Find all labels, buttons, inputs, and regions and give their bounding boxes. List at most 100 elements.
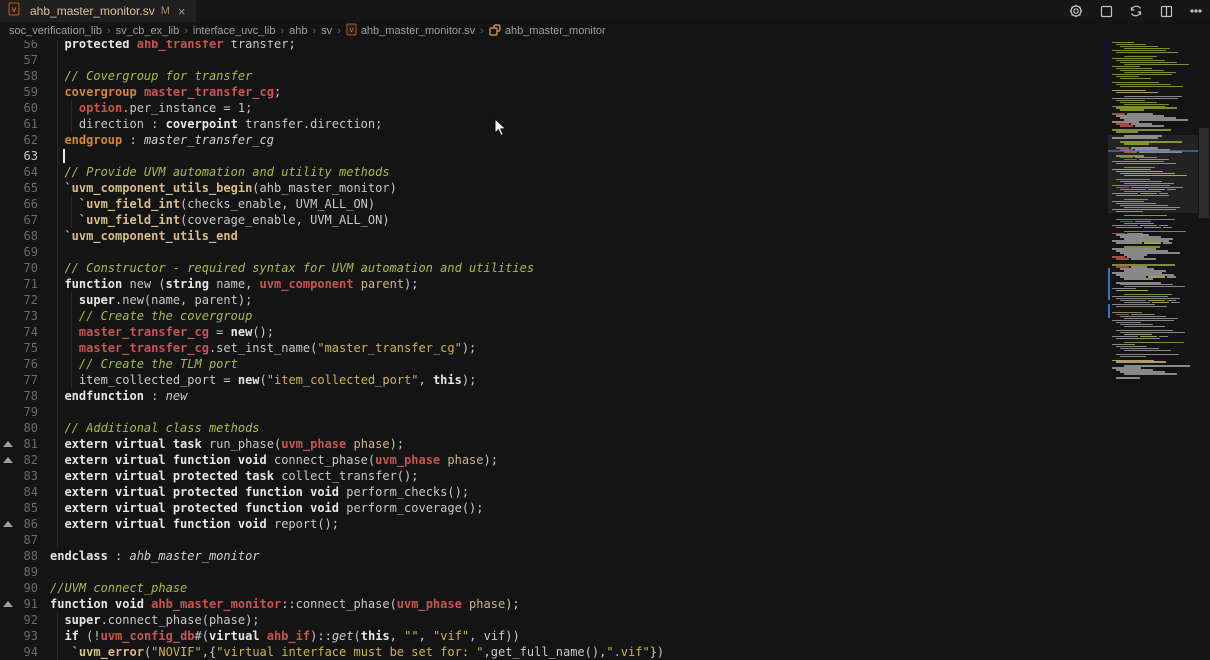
gutter[interactable]: 60 <box>0 100 50 116</box>
code-line[interactable]: 91function void ahb_master_monitor::conn… <box>0 596 1108 612</box>
code-line[interactable]: 71 function new (string name, uvm_compon… <box>0 276 1108 292</box>
gutter[interactable]: 94 <box>0 644 50 660</box>
code-line[interactable]: 87 <box>0 532 1108 548</box>
close-icon[interactable]: × <box>178 5 186 18</box>
code-line[interactable]: 82 extern virtual function void connect_… <box>0 452 1108 468</box>
breadcrumb-item[interactable]: ahb <box>289 25 307 37</box>
code-line[interactable]: 79 <box>0 404 1108 420</box>
gutter[interactable]: 74 <box>0 324 50 340</box>
gutter[interactable]: 82 <box>0 452 50 468</box>
tab-ahb-master-monitor[interactable]: v ahb_master_monitor.sv M × <box>0 0 196 22</box>
gutter[interactable]: 59 <box>0 84 50 100</box>
code-line[interactable]: 83 extern virtual protected task collect… <box>0 468 1108 484</box>
gutter[interactable]: 66 <box>0 196 50 212</box>
more-actions-icon[interactable] <box>1188 3 1204 19</box>
vertical-scrollbar[interactable] <box>1198 40 1210 660</box>
gutter[interactable]: 91 <box>0 596 50 612</box>
code-line[interactable]: 74 master_transfer_cg = new(); <box>0 324 1108 340</box>
code-line[interactable]: 85 extern virtual protected function voi… <box>0 500 1108 516</box>
code-line[interactable]: 67 `uvm_field_int(coverage_enable, UVM_A… <box>0 212 1108 228</box>
gutter[interactable]: 72 <box>0 292 50 308</box>
gutter[interactable]: 56 <box>0 40 50 52</box>
gutter[interactable]: 80 <box>0 420 50 436</box>
gutter[interactable]: 89 <box>0 564 50 580</box>
extern-marker-triangle-icon[interactable] <box>3 457 13 463</box>
code-line[interactable]: 63 <box>0 148 1108 164</box>
gutter[interactable]: 85 <box>0 500 50 516</box>
extern-marker-triangle-icon[interactable] <box>3 601 13 607</box>
code-line[interactable]: 66 `uvm_field_int(checks_enable, UVM_ALL… <box>0 196 1108 212</box>
gutter[interactable]: 58 <box>0 68 50 84</box>
code-line[interactable]: 72 super.new(name, parent); <box>0 292 1108 308</box>
code-line[interactable]: 90//UVM connect_phase <box>0 580 1108 596</box>
gutter[interactable]: 87 <box>0 532 50 548</box>
gutter[interactable]: 73 <box>0 308 50 324</box>
code-line[interactable]: 59 covergroup master_transfer_cg; <box>0 84 1108 100</box>
breadcrumb-item[interactable]: interface_uvc_lib <box>193 25 276 37</box>
code-line[interactable]: 76 // Create the TLM port <box>0 356 1108 372</box>
code-line[interactable]: 68 `uvm_component_utils_end <box>0 228 1108 244</box>
gutter[interactable]: 71 <box>0 276 50 292</box>
gutter[interactable]: 92 <box>0 612 50 628</box>
code-line[interactable]: 80 // Additional class methods <box>0 420 1108 436</box>
gutter[interactable]: 67 <box>0 212 50 228</box>
gutter[interactable]: 81 <box>0 436 50 452</box>
gutter[interactable]: 62 <box>0 132 50 148</box>
extern-marker-triangle-icon[interactable] <box>3 521 13 527</box>
split-editor-icon[interactable] <box>1158 3 1174 19</box>
gutter[interactable]: 70 <box>0 260 50 276</box>
settings-gear-icon[interactable] <box>1068 3 1084 19</box>
minimap[interactable] <box>1108 40 1198 660</box>
code-line[interactable]: 88endclass : ahb_master_monitor <box>0 548 1108 564</box>
breadcrumb-item[interactable]: sv <box>321 25 332 37</box>
gutter[interactable]: 88 <box>0 548 50 564</box>
gutter[interactable]: 83 <box>0 468 50 484</box>
code-line[interactable]: 92 super.connect_phase(phase); <box>0 612 1108 628</box>
code-line[interactable]: 58 // Covergroup for transfer <box>0 68 1108 84</box>
gutter[interactable]: 86 <box>0 516 50 532</box>
breadcrumb-item[interactable]: sv_cb_ex_lib <box>116 25 180 37</box>
gutter[interactable]: 64 <box>0 164 50 180</box>
code-line[interactable]: 57 <box>0 52 1108 68</box>
layout-square-icon[interactable] <box>1098 3 1114 19</box>
code-line[interactable]: 86 extern virtual function void report()… <box>0 516 1108 532</box>
gutter[interactable]: 77 <box>0 372 50 388</box>
code-line[interactable]: 69 <box>0 244 1108 260</box>
gutter[interactable]: 78 <box>0 388 50 404</box>
sync-icon[interactable] <box>1128 3 1144 19</box>
gutter[interactable]: 75 <box>0 340 50 356</box>
breadcrumb-item[interactable]: ahb_master_monitor <box>489 24 606 39</box>
code-line[interactable]: 70 // Constructor - required syntax for … <box>0 260 1108 276</box>
gutter[interactable]: 79 <box>0 404 50 420</box>
gutter[interactable]: 65 <box>0 180 50 196</box>
code-editor[interactable]: 56 protected ahb_transfer transfer;5758 … <box>0 40 1108 660</box>
code-line[interactable]: 93 if (!uvm_config_db#(virtual ahb_if)::… <box>0 628 1108 644</box>
code-line[interactable]: 84 extern virtual protected function voi… <box>0 484 1108 500</box>
code-line[interactable]: 94 `uvm_error("NOVIF",{"virtual interfac… <box>0 644 1108 660</box>
breadcrumb-item[interactable]: vahb_master_monitor.sv <box>346 23 475 39</box>
code-line[interactable]: 61 direction : coverpoint transfer.direc… <box>0 116 1108 132</box>
gutter[interactable]: 63 <box>0 148 50 164</box>
gutter[interactable]: 76 <box>0 356 50 372</box>
code-line[interactable]: 62 endgroup : master_transfer_cg <box>0 132 1108 148</box>
minimap-slider[interactable] <box>1108 135 1198 213</box>
code-line[interactable]: 56 protected ahb_transfer transfer; <box>0 40 1108 52</box>
gutter[interactable]: 93 <box>0 628 50 644</box>
scrollbar-thumb[interactable] <box>1199 128 1209 218</box>
code-line[interactable]: 81 extern virtual task run_phase(uvm_pha… <box>0 436 1108 452</box>
code-line[interactable]: 73 // Create the covergroup <box>0 308 1108 324</box>
gutter[interactable]: 69 <box>0 244 50 260</box>
code-line[interactable]: 77 item_collected_port = new("item_colle… <box>0 372 1108 388</box>
breadcrumb-item[interactable]: soc_verification_lib <box>9 25 102 37</box>
extern-marker-triangle-icon[interactable] <box>3 441 13 447</box>
code-line[interactable]: 64 // Provide UVM automation and utility… <box>0 164 1108 180</box>
code-line[interactable]: 65 `uvm_component_utils_begin(ahb_master… <box>0 180 1108 196</box>
gutter[interactable]: 90 <box>0 580 50 596</box>
code-line[interactable]: 60 option.per_instance = 1; <box>0 100 1108 116</box>
code-line[interactable]: 75 master_transfer_cg.set_inst_name("mas… <box>0 340 1108 356</box>
code-line[interactable]: 89 <box>0 564 1108 580</box>
gutter[interactable]: 61 <box>0 116 50 132</box>
gutter[interactable]: 84 <box>0 484 50 500</box>
gutter[interactable]: 68 <box>0 228 50 244</box>
gutter[interactable]: 57 <box>0 52 50 68</box>
